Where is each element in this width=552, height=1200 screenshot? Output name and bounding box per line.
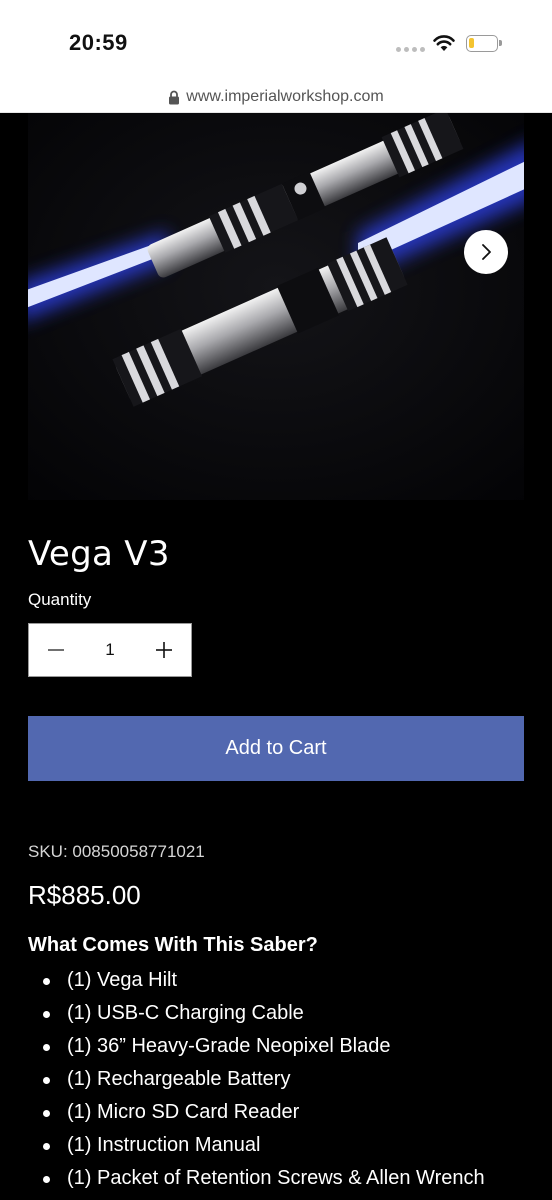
product-image[interactable] bbox=[28, 113, 524, 500]
wifi-icon bbox=[433, 35, 455, 51]
quantity-stepper: 1 bbox=[28, 623, 192, 677]
status-time: 20:59 bbox=[69, 30, 128, 55]
lightsaber-image bbox=[28, 113, 524, 500]
includes-heading: What Comes With This Saber? bbox=[28, 934, 318, 956]
battery-icon bbox=[466, 35, 502, 52]
sku-text: SKU: 00850058771021 bbox=[28, 842, 205, 861]
url-text: www.imperialworkshop.com bbox=[186, 88, 384, 105]
add-to-cart-button[interactable]: Add to Cart bbox=[28, 716, 524, 781]
list-item: (1) 36” Heavy-Grade Neopixel Blade bbox=[28, 1030, 538, 1063]
product-price: R$885.00 bbox=[28, 880, 141, 910]
increase-quantity-button[interactable] bbox=[137, 624, 191, 676]
chevron-right-icon bbox=[482, 244, 491, 260]
decrease-quantity-button[interactable] bbox=[29, 624, 83, 676]
minus-icon bbox=[48, 649, 64, 651]
lock-icon bbox=[169, 90, 180, 104]
list-item: (1) Vega Hilt bbox=[28, 964, 538, 997]
status-bar: 20:59 bbox=[0, 0, 552, 82]
plus-icon bbox=[156, 642, 172, 658]
list-item: (1) USB-C Charging Cable bbox=[28, 997, 538, 1030]
quantity-label: Quantity bbox=[28, 590, 92, 609]
includes-list: (1) Vega Hilt (1) USB-C Charging Cable (… bbox=[28, 964, 538, 1195]
address-bar[interactable]: www.imperialworkshop.com bbox=[0, 82, 552, 113]
list-item: (1) Rechargeable Battery bbox=[28, 1063, 538, 1096]
product-title: Vega V3 bbox=[28, 534, 170, 574]
quantity-value[interactable]: 1 bbox=[105, 640, 114, 660]
list-item: (1) Packet of Retention Screws & Allen W… bbox=[28, 1162, 538, 1195]
next-image-button[interactable] bbox=[464, 230, 508, 274]
cellular-signal-icon bbox=[396, 47, 425, 52]
list-item: (1) Micro SD Card Reader bbox=[28, 1096, 538, 1129]
list-item: (1) Instruction Manual bbox=[28, 1129, 538, 1162]
